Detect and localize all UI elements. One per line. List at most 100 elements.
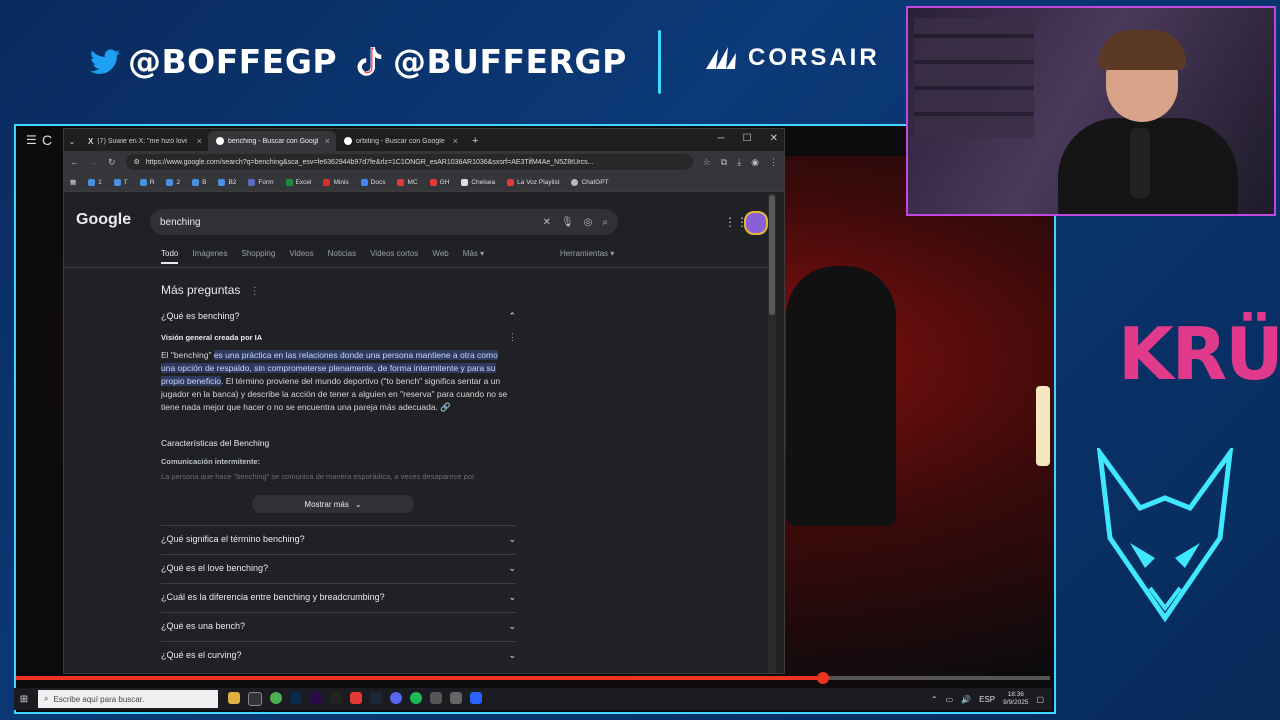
question-item[interactable]: ¿Qué es el curving? ⌄ xyxy=(161,650,516,661)
avatar[interactable] xyxy=(744,211,768,235)
scrollbar-thumb[interactable] xyxy=(769,195,775,315)
download-icon[interactable]: ⤓ xyxy=(737,157,741,168)
tab-imagenes[interactable]: Imágenes xyxy=(192,249,227,264)
tab-noticias[interactable]: Noticias xyxy=(328,249,356,264)
bookmark-item[interactable]: 2 xyxy=(166,178,180,186)
tab-benching[interactable]: benching - Buscar con Google × xyxy=(208,131,336,151)
volume-icon[interactable]: 🔊 xyxy=(961,695,971,704)
tray-arrow-icon[interactable]: ⌃ xyxy=(931,695,938,704)
question-text: ¿Qué es el love benching? xyxy=(161,563,269,573)
tab-videos-cortos[interactable]: Videos cortos xyxy=(370,249,418,264)
folder-icon xyxy=(139,178,147,186)
windows-start-icon[interactable]: ⊞ xyxy=(14,694,34,705)
streamer-hair xyxy=(1098,30,1186,70)
close-window-icon[interactable]: ✕ xyxy=(770,133,778,144)
bookmark-item[interactable]: MC xyxy=(397,178,418,186)
folder-icon xyxy=(192,178,200,186)
app-blue-icon[interactable] xyxy=(470,692,482,704)
language-indicator[interactable]: ESP xyxy=(979,695,995,704)
epic-games-icon[interactable] xyxy=(330,692,342,704)
back-icon[interactable]: ← xyxy=(70,157,79,167)
clock[interactable]: 18:36 9/9/2025 xyxy=(1003,691,1028,707)
reload-icon[interactable]: ↻ xyxy=(108,157,116,168)
steam-icon[interactable] xyxy=(370,692,382,704)
scrollbar[interactable] xyxy=(768,193,776,673)
google-logo[interactable]: Google xyxy=(76,211,131,229)
premiere-icon[interactable] xyxy=(310,692,322,704)
bookmark-item[interactable]: B xyxy=(192,178,206,186)
file-explorer-icon[interactable] xyxy=(228,692,240,704)
link-icon[interactable]: 🔗 xyxy=(440,402,451,412)
tab-mas[interactable]: Más ▾ xyxy=(463,249,484,264)
search-query: benching xyxy=(160,216,201,228)
question-item[interactable]: ¿Qué es una bench? ⌄ xyxy=(161,621,516,632)
menu-icon[interactable]: ☰ xyxy=(26,133,37,147)
tab-search-icon[interactable]: ⌄ xyxy=(64,137,80,146)
forward-icon[interactable]: → xyxy=(89,157,98,167)
maximize-icon[interactable]: ☐ xyxy=(743,133,752,144)
search-icon[interactable]: ⌕ xyxy=(602,217,608,228)
question-item[interactable]: ¿Cuál es la diferencia entre benching y … xyxy=(161,592,516,603)
app-gray2-icon[interactable] xyxy=(450,692,462,704)
close-icon[interactable]: × xyxy=(197,136,202,146)
bookmark-label: GH xyxy=(439,178,450,186)
bookmark-item[interactable]: T xyxy=(113,178,128,186)
new-tab-button[interactable]: + xyxy=(472,135,478,147)
tab-twitter[interactable]: X (7) Suwie en X: "me hizo lovebo × xyxy=(80,131,208,151)
question-item[interactable]: ¿Qué significa el término benching? ⌄ xyxy=(161,534,516,545)
video-progress-fill xyxy=(16,676,823,680)
notification-icon[interactable]: ▢ xyxy=(1036,695,1044,704)
app-gray-icon[interactable] xyxy=(430,692,442,704)
tab-videos[interactable]: Videos xyxy=(289,249,313,264)
taskbar-search[interactable]: ⌕ Escribe aquí para buscar. xyxy=(38,690,218,708)
lens-icon[interactable]: ◎ xyxy=(584,217,593,228)
question-expanded[interactable]: ¿Qué es benching? ⌃ xyxy=(161,311,516,322)
bookmark-item[interactable]: Form xyxy=(248,178,274,186)
bookmark-item[interactable]: Chelsea xyxy=(461,178,495,186)
mic-icon[interactable]: 🎙 xyxy=(561,217,574,228)
profile-icon[interactable]: ◉ xyxy=(751,157,759,168)
tab-orbiting[interactable]: orbiting - Buscar con Google × xyxy=(336,131,464,151)
ai-more-icon[interactable]: ⋮ xyxy=(508,332,517,343)
tools-button[interactable]: Herramientas ▾ xyxy=(560,249,614,258)
obs-icon[interactable] xyxy=(248,692,262,706)
show-more-button[interactable]: Mostrar más ⌄ xyxy=(252,495,414,513)
bookmark-item[interactable]: Minis xyxy=(323,178,349,186)
question-item[interactable]: ¿Qué es el love benching? ⌄ xyxy=(161,563,516,574)
address-bar[interactable]: ⚙ https://www.google.com/search?q=benchi… xyxy=(125,154,693,170)
spotify-icon[interactable] xyxy=(410,692,422,704)
bookmark-item[interactable]: ChatGPT xyxy=(571,178,609,186)
bookmark-item[interactable]: 1 xyxy=(88,178,102,186)
more-options-icon[interactable]: ⋮ xyxy=(250,286,260,297)
bookmark-item[interactable]: B2 xyxy=(218,178,236,186)
more-menu-icon[interactable]: ⋮ xyxy=(769,157,778,168)
clear-icon[interactable]: ✕ xyxy=(543,217,551,228)
search-input[interactable]: benching ✕ 🎙 ◎ ⌕ xyxy=(150,209,618,235)
tab-shopping[interactable]: Shopping xyxy=(242,249,276,264)
ai-text-start: El "benching" xyxy=(161,350,214,360)
network-icon[interactable]: ▭ xyxy=(946,695,954,704)
discord-icon[interactable] xyxy=(390,692,402,704)
faded-text: La persona que hace "benching" se comuni… xyxy=(161,472,475,481)
bookmark-item[interactable]: Excel xyxy=(285,178,311,186)
bookmark-item[interactable]: R xyxy=(139,178,154,186)
video-progress-bar[interactable] xyxy=(16,672,1050,684)
apps-grid-icon[interactable]: ▦ xyxy=(70,178,76,186)
site-info-icon[interactable]: ⚙ xyxy=(134,158,140,166)
minimize-icon[interactable]: ─ xyxy=(718,133,725,144)
tab-todo[interactable]: Todo xyxy=(161,249,179,264)
app-red-icon[interactable] xyxy=(350,692,362,704)
youtube-icon xyxy=(507,178,515,186)
tab-web[interactable]: Web xyxy=(432,249,448,264)
bookmark-item[interactable]: La Voz Playlist xyxy=(507,178,559,186)
close-icon[interactable]: × xyxy=(453,136,458,146)
video-progress-knob[interactable] xyxy=(816,672,829,684)
bookmark-item[interactable]: Docs xyxy=(360,178,385,186)
extension-icon[interactable]: ⧉ xyxy=(721,157,727,168)
close-icon[interactable]: × xyxy=(325,136,330,146)
chrome-icon[interactable] xyxy=(270,692,282,704)
photoshop-icon[interactable] xyxy=(290,692,302,704)
bookmark-item[interactable]: GH xyxy=(429,178,450,186)
banner-divider xyxy=(658,30,661,94)
bookmark-star-icon[interactable]: ☆ xyxy=(703,157,711,168)
